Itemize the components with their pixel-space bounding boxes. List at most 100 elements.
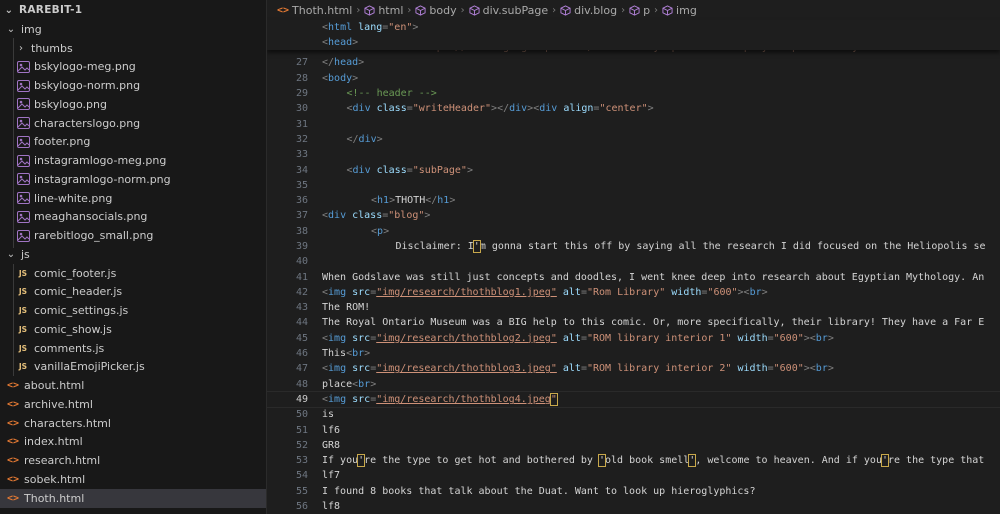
line-number: 37 bbox=[295, 210, 308, 222]
code-line[interactable]: 27 </head> bbox=[267, 55, 1000, 70]
line-number: 55 bbox=[295, 485, 308, 497]
editor-pane: <> Thoth.html › html › body › div.subPage › div… bbox=[267, 0, 1000, 514]
file-item[interactable]: JS comments.js bbox=[0, 339, 266, 358]
code-area[interactable]: 26<link href="https://fonts.googleapis.c… bbox=[267, 40, 1000, 514]
code-line[interactable]: 43 The ROM! bbox=[267, 300, 1000, 315]
code-line[interactable]: 46 This<br> bbox=[267, 346, 1000, 361]
symbol-element-icon bbox=[629, 4, 640, 16]
chevron-right-icon: › bbox=[460, 4, 465, 16]
file-item[interactable]: meaghansocials.png bbox=[0, 208, 266, 227]
file-item[interactable]: line-white.png bbox=[0, 189, 266, 208]
line-number: 45 bbox=[295, 332, 308, 344]
explorer-root[interactable]: ⌄ RAREBIT-1 bbox=[0, 0, 266, 20]
code-text: <img src="img/research/thothblog3.jpeg" … bbox=[322, 363, 834, 375]
code-text: This<br> bbox=[322, 348, 371, 360]
breadcrumb-item[interactable]: div.blog bbox=[560, 4, 617, 17]
code-line[interactable]: 42 <img src="img/research/thothblog1.jpeg… bbox=[267, 285, 1000, 300]
code-text: When Godslave was still just concepts an… bbox=[322, 271, 985, 283]
image-file-icon bbox=[16, 191, 30, 205]
file-item[interactable]: <> about.html bbox=[0, 376, 266, 395]
file-item[interactable]: JS comic_show.js bbox=[0, 320, 266, 339]
file-item[interactable]: instagramlogo-norm.png bbox=[0, 170, 266, 189]
code-line[interactable]: 37 <div class="blog"> bbox=[267, 208, 1000, 223]
code-line[interactable]: 30 <div class="writeHeader"></div><div al… bbox=[267, 101, 1000, 116]
explorer-sidebar: ⌄ RAREBIT-1 ⌄ img › thumbs bskylogo-meg.png b… bbox=[0, 0, 267, 514]
file-label: instagramlogo-norm.png bbox=[34, 172, 171, 186]
line-number: 36 bbox=[295, 195, 308, 207]
folder-thumbs[interactable]: › thumbs bbox=[0, 39, 266, 58]
js-file-icon: JS bbox=[18, 287, 28, 297]
code-line[interactable]: 52 GR8 bbox=[267, 438, 1000, 453]
line-number: 35 bbox=[295, 179, 308, 191]
chevron-down-icon: ⌄ bbox=[6, 23, 16, 35]
sticky-scroll[interactable]: <html lang="en"> <head> bbox=[267, 20, 1000, 50]
code-line[interactable]: 34 <div class="subPage"> bbox=[267, 162, 1000, 177]
file-item[interactable]: rarebitlogo_small.png bbox=[0, 226, 266, 245]
breadcrumb-file[interactable]: <> Thoth.html bbox=[277, 4, 352, 17]
file-item[interactable]: <> archive.html bbox=[0, 395, 266, 414]
file-label: comments.js bbox=[34, 341, 105, 355]
file-item[interactable]: <> sobek.html bbox=[0, 470, 266, 489]
code-line[interactable]: 50 is bbox=[267, 407, 1000, 422]
code-line[interactable]: 33 bbox=[267, 147, 1000, 162]
code-line[interactable]: 36 <h1>THOTH</h1> bbox=[267, 193, 1000, 208]
sticky-line[interactable]: <head> bbox=[267, 35, 1000, 50]
file-item[interactable]: instagramlogo-meg.png bbox=[0, 151, 266, 170]
folder-js[interactable]: ⌄ js bbox=[0, 245, 266, 264]
line-number: 49 bbox=[295, 393, 308, 405]
code-line[interactable]: 49 <img src="img/research/thothblog4.jpeg… bbox=[267, 390, 1000, 409]
code-line[interactable]: 48 place<br> bbox=[267, 377, 1000, 392]
chevron-right-icon: › bbox=[621, 4, 626, 16]
sticky-line[interactable]: <html lang="en"> bbox=[267, 20, 1000, 35]
file-item[interactable]: footer.png bbox=[0, 133, 266, 152]
file-item[interactable]: JS comic_header.js bbox=[0, 283, 266, 302]
file-item[interactable]: <> Thoth.html bbox=[0, 488, 266, 508]
breadcrumb-item[interactable]: p bbox=[629, 4, 650, 17]
image-file-icon bbox=[16, 116, 30, 130]
file-item[interactable]: <> index.html bbox=[0, 433, 266, 452]
code-line[interactable]: 45 <img src="img/research/thothblog2.jpeg… bbox=[267, 331, 1000, 346]
code-line[interactable]: 55 I found 8 books that talk about the Du… bbox=[267, 484, 1000, 499]
code-line[interactable]: 35 bbox=[267, 178, 1000, 193]
code-line[interactable]: 54 lf7 bbox=[267, 468, 1000, 483]
file-label: meaghansocials.png bbox=[34, 210, 148, 224]
image-file-icon bbox=[16, 172, 30, 186]
breadcrumb-item[interactable]: body bbox=[415, 4, 457, 17]
file-label: thumbs bbox=[31, 41, 73, 55]
code-line[interactable]: 40 bbox=[267, 254, 1000, 269]
code-line[interactable]: 44 The Royal Ontario Museum was a BIG hel… bbox=[267, 315, 1000, 330]
code-line[interactable]: 29 <!-- header --> bbox=[267, 86, 1000, 101]
code-text: </div> bbox=[346, 133, 383, 145]
breadcrumb-item[interactable]: div.subPage bbox=[469, 4, 548, 17]
file-item[interactable]: characterslogo.png bbox=[0, 114, 266, 133]
folder-img[interactable]: ⌄ img bbox=[0, 20, 266, 39]
file-item[interactable]: JS comic_footer.js bbox=[0, 264, 266, 283]
indent-guide bbox=[13, 264, 14, 376]
file-item[interactable]: bskylogo-norm.png bbox=[0, 76, 266, 95]
code-line[interactable]: 32 </div> bbox=[267, 132, 1000, 147]
breadcrumb-item[interactable]: img bbox=[662, 4, 697, 17]
code-line[interactable]: 41 When Godslave was still just concepts … bbox=[267, 269, 1000, 284]
file-item[interactable]: bskylogo-meg.png bbox=[0, 58, 266, 77]
file-item[interactable]: JS vanillaEmojiPicker.js bbox=[0, 358, 266, 377]
code-line[interactable]: 56 lf8 bbox=[267, 499, 1000, 514]
code-text: <div class="writeHeader"></div><div alig… bbox=[346, 103, 654, 115]
file-item[interactable]: <> characters.html bbox=[0, 414, 266, 433]
code-line[interactable]: 39 Disclaimer: I'm gonna start this off b… bbox=[267, 239, 1000, 254]
file-label: line-white.png bbox=[34, 191, 113, 205]
code-text: The ROM! bbox=[322, 302, 371, 314]
code-line[interactable]: 28 <body> bbox=[267, 71, 1000, 86]
code-line[interactable]: 38 <p> bbox=[267, 224, 1000, 239]
breadcrumb-item[interactable]: html bbox=[364, 4, 403, 17]
code-line[interactable]: 47 <img src="img/research/thothblog3.jpeg… bbox=[267, 361, 1000, 376]
file-item[interactable]: JS comic_settings.js bbox=[0, 301, 266, 320]
code-line[interactable]: 53 If you're the type to get hot and both… bbox=[267, 453, 1000, 468]
line-number: 28 bbox=[295, 72, 308, 84]
code-line[interactable]: 51 lf6 bbox=[267, 422, 1000, 437]
html-file-icon: <> bbox=[6, 473, 20, 485]
file-item[interactable]: <> research.html bbox=[0, 451, 266, 470]
js-file-icon: JS bbox=[18, 306, 28, 316]
code-line[interactable]: 31 bbox=[267, 116, 1000, 131]
file-item[interactable]: bskylogo.png bbox=[0, 95, 266, 114]
image-file-icon bbox=[16, 60, 30, 74]
